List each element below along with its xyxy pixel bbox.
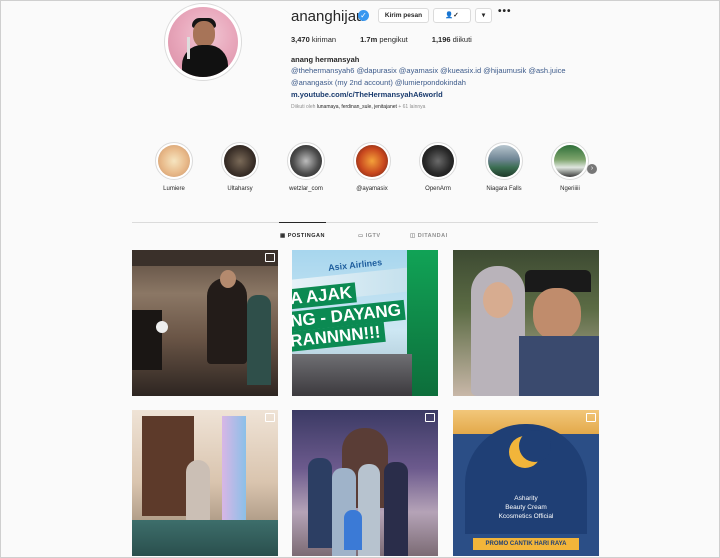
tabs-divider	[132, 222, 598, 223]
following-count[interactable]: 1,196 diikuti	[432, 35, 472, 44]
following-button[interactable]: 👤✓	[433, 8, 471, 23]
active-tab-indicator	[279, 222, 326, 223]
post-thumbnail[interactable]: Asix Airlines A AJAK NG - DAYANG RANNNN!…	[292, 250, 438, 396]
multi-photo-icon	[265, 253, 275, 262]
multi-photo-icon	[265, 413, 275, 422]
post-banner-text: PROMO CANTIK HARI RAYA	[473, 538, 579, 550]
post-text-line: Beauty Cream	[505, 504, 547, 511]
highlight-item[interactable]: wetzlar_com	[282, 142, 330, 192]
profile-username: ananghijau	[291, 8, 365, 25]
post-thumbnail[interactable]	[132, 410, 278, 556]
post-text-line: Asharity	[514, 495, 538, 502]
dropdown-button[interactable]: ▾	[475, 8, 492, 23]
bio-name: anang hermansyah	[291, 55, 360, 64]
multi-photo-icon	[425, 413, 435, 422]
bio-link[interactable]: m.youtube.com/c/TheHermansyahA6world	[291, 89, 443, 101]
verified-badge-icon: ✓	[358, 10, 369, 21]
ellipsis-icon[interactable]: •••	[498, 6, 512, 17]
person-check-icon: 👤✓	[445, 12, 459, 19]
bio-mentions-line[interactable]: @thehermansyah6 @dapurasix @ayamasix @ku…	[291, 65, 566, 77]
highlight-item[interactable]: Niagara Falls	[480, 142, 528, 192]
post-text-line: Kcosmetics Official	[498, 513, 554, 520]
tab-tagged[interactable]: ◫ DITANDAI	[410, 233, 448, 239]
highlight-item[interactable]: Ultaharsy	[216, 142, 264, 192]
tab-igtv[interactable]: ▭ IGTV	[358, 233, 381, 239]
igtv-icon: ▭	[358, 233, 364, 239]
followed-by[interactable]: Diikuti oleh lunamaya, ferdinan_sule, je…	[291, 104, 425, 110]
post-thumbnail[interactable]: Asharity Beauty Cream Kcosmetics Officia…	[453, 410, 599, 556]
avatar[interactable]	[168, 7, 238, 77]
bio-mentions-line[interactable]: @anangasix (my 2nd account) @lumierpondo…	[291, 77, 466, 89]
highlight-item[interactable]: Lumiere	[150, 142, 198, 192]
tag-icon: ◫	[410, 233, 416, 239]
post-thumbnail[interactable]	[132, 250, 278, 396]
post-thumbnail[interactable]	[453, 250, 599, 396]
followers-count[interactable]: 1.7m pengikut	[360, 35, 408, 44]
highlight-item[interactable]: @ayamasix	[348, 142, 396, 192]
profile-stats: 3,470 kiriman 1.7m pengikut 1,196 diikut…	[291, 35, 472, 44]
tab-posts[interactable]: ▦ POSTINGAN	[280, 233, 325, 239]
posts-count[interactable]: 3,470 kiriman	[291, 35, 336, 44]
multi-photo-icon	[586, 413, 596, 422]
grid-icon: ▦	[280, 233, 286, 239]
chevron-down-icon: ▾	[481, 12, 486, 19]
post-thumbnail[interactable]	[292, 410, 438, 556]
message-button[interactable]: Kirim pesan	[378, 8, 429, 23]
highlight-item[interactable]: OpenArm	[414, 142, 462, 192]
chevron-right-icon[interactable]: ›	[587, 164, 597, 174]
